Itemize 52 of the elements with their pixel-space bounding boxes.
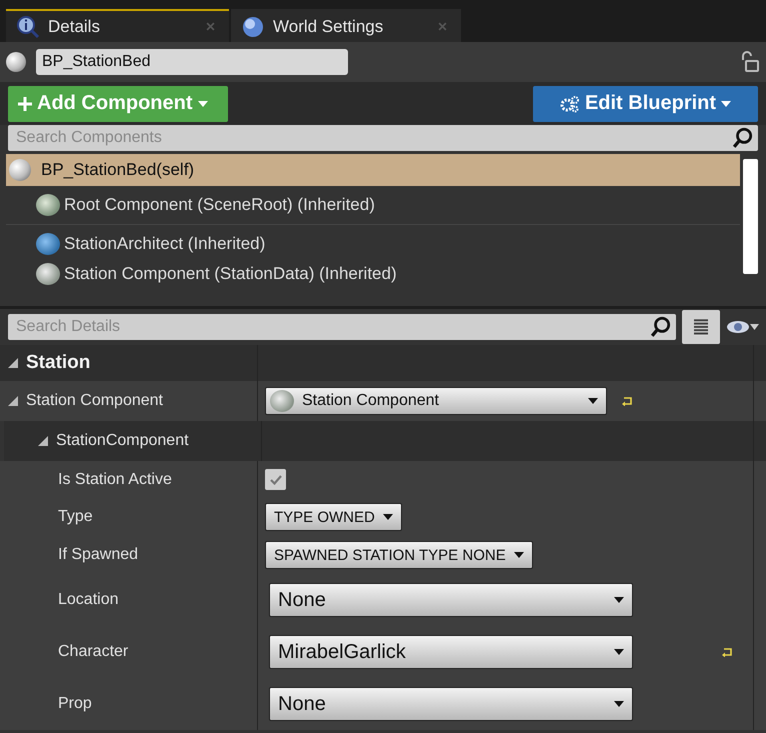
scrollbar-thumb[interactable] xyxy=(742,159,758,274)
search-field[interactable]: Search Components xyxy=(8,125,758,151)
component-dropdown[interactable]: Station Component xyxy=(265,387,607,415)
checkmark-icon xyxy=(270,474,282,484)
panel-tab[interactable]: World Settings xyxy=(231,9,461,42)
component-item[interactable]: Root Component (SceneRoot) (Inherited) xyxy=(6,186,740,225)
group-label: StationComponent xyxy=(56,432,189,450)
property-label: Character xyxy=(58,643,128,661)
collapse-icon[interactable] xyxy=(8,358,18,368)
category-label: Station xyxy=(26,352,90,374)
reset-icon[interactable] xyxy=(621,396,633,406)
component-item[interactable]: StationArchitect (Inherited) xyxy=(6,229,740,259)
search-field[interactable]: Search Details xyxy=(8,314,676,340)
asset-dropdown[interactable]: None xyxy=(269,583,633,617)
view-options-button[interactable] xyxy=(682,310,720,344)
caret-icon xyxy=(198,100,208,106)
search-icon xyxy=(732,127,754,149)
collapse-icon[interactable] xyxy=(38,436,48,446)
edit-blueprint-button[interactable]: Edit Blueprint xyxy=(533,86,758,122)
caret-icon xyxy=(382,514,393,520)
property-label: Location xyxy=(58,591,118,609)
list-icon xyxy=(691,317,711,337)
collapse-icon[interactable] xyxy=(8,396,18,406)
plus-icon xyxy=(18,96,32,110)
property-label: Prop xyxy=(58,695,92,713)
globe-icon xyxy=(241,14,265,38)
enum-dropdown[interactable]: SPAWNED STATION TYPE NONE xyxy=(265,541,533,569)
component-item[interactable]: BP_StationBed(self) xyxy=(6,154,740,186)
asset-dropdown[interactable]: MirabelGarlick xyxy=(269,635,633,669)
property-label: Station Component xyxy=(26,392,163,410)
magnifier-info-icon xyxy=(16,14,40,38)
reset-icon[interactable] xyxy=(721,647,733,657)
caret-icon xyxy=(721,100,732,106)
lock-icon[interactable] xyxy=(740,51,760,73)
caret-icon xyxy=(514,552,524,558)
enum-dropdown[interactable]: TYPE OWNED xyxy=(265,503,402,531)
property-label: Is Station Active xyxy=(58,470,172,488)
caret-icon xyxy=(614,701,624,707)
component-item[interactable]: Station Component (StationData) (Inherited) xyxy=(6,259,740,289)
caret-icon xyxy=(614,649,624,655)
property-label: If Spawned xyxy=(58,546,138,564)
eye-icon[interactable] xyxy=(726,319,760,335)
sphere-icon xyxy=(6,52,26,72)
asset-dropdown[interactable]: None xyxy=(269,687,633,721)
name-field[interactable]: BP_StationBed xyxy=(36,49,348,75)
gears-icon xyxy=(560,94,580,114)
caret-icon xyxy=(588,398,598,404)
search-icon xyxy=(650,316,672,338)
checkbox[interactable] xyxy=(265,469,286,490)
panel-tab[interactable]: Details xyxy=(6,9,229,42)
property-label: Type xyxy=(58,508,93,526)
caret-icon xyxy=(614,597,624,603)
